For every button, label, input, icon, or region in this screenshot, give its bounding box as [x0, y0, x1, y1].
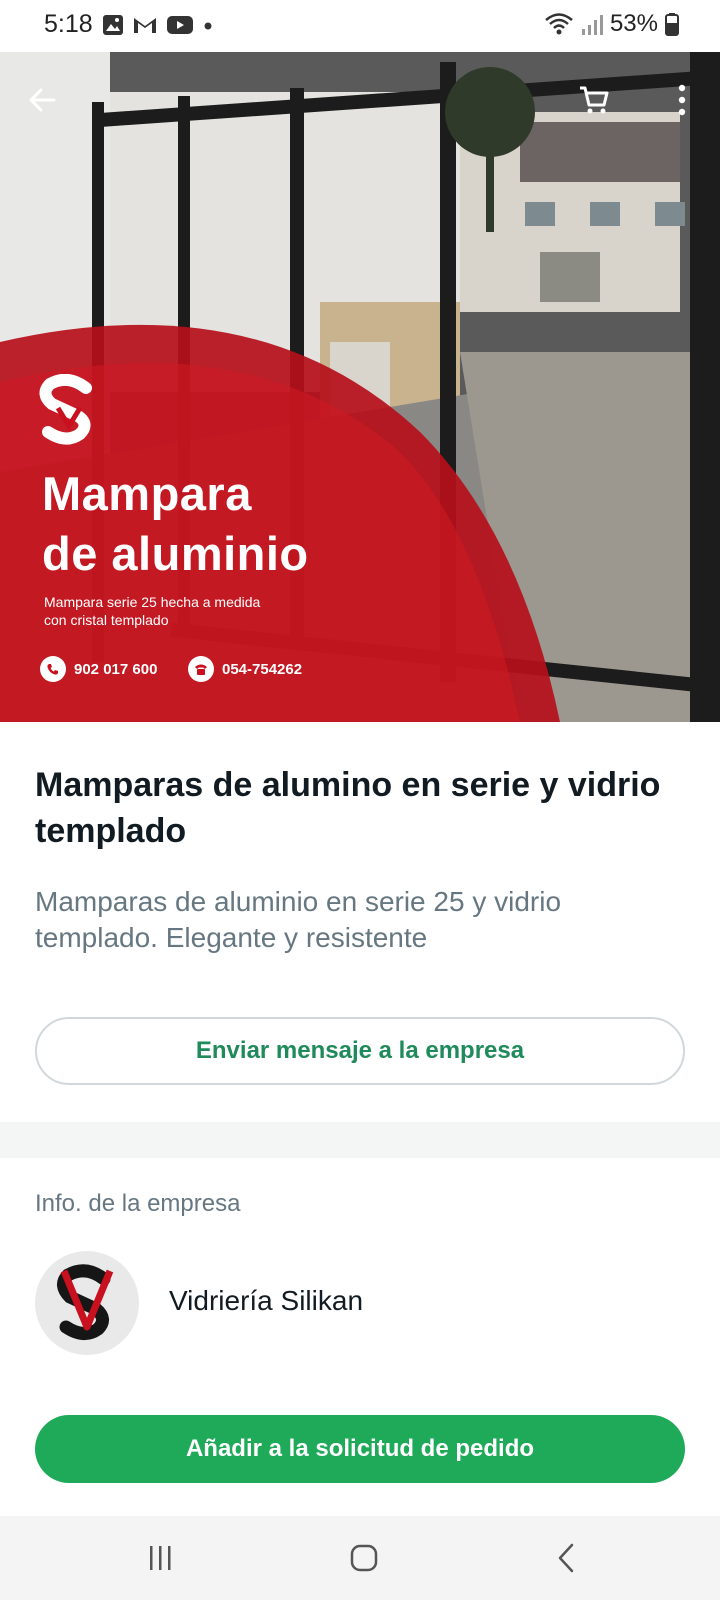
- hero-phone-1: 902 017 600: [40, 656, 157, 682]
- more-options-button[interactable]: [654, 72, 710, 128]
- nav-back-button[interactable]: [536, 1536, 596, 1580]
- recents-button[interactable]: [131, 1536, 191, 1580]
- chevron-left-icon: [558, 1543, 574, 1573]
- company-name[interactable]: Vidriería Silikan: [169, 1285, 363, 1317]
- wifi-icon: [545, 13, 573, 35]
- hero-subtitle-line1: Mampara serie 25 hecha a medida: [44, 594, 261, 610]
- product-hero-image: Mampara de aluminio Mampara serie 25 hec…: [0, 52, 720, 722]
- hero-phone-1-text: 902 017 600: [74, 660, 158, 678]
- status-bar: 5:18 53%: [0, 0, 720, 52]
- hero-phone-2-text: 054-754262: [222, 660, 303, 678]
- back-button[interactable]: [14, 72, 70, 128]
- company-logo-icon: [57, 1264, 114, 1340]
- telephone-icon: [188, 656, 214, 682]
- hero-title: Mampara de aluminio: [42, 464, 309, 584]
- recents-icon: [150, 1546, 171, 1570]
- section-divider: [0, 1122, 720, 1158]
- gallery-icon: [103, 15, 123, 35]
- back-arrow-icon: [29, 88, 56, 112]
- status-notification-icons: [102, 14, 214, 36]
- hero-title-line1: Mampara: [42, 467, 252, 520]
- status-system-icons: 53%: [544, 10, 680, 38]
- hero-subtitle: Mampara serie 25 hecha a medida con cris…: [44, 593, 260, 629]
- hero-subtitle-line2: con cristal templado: [44, 612, 169, 628]
- dot-icon: [204, 22, 212, 30]
- more-vert-icon: [678, 84, 686, 116]
- home-icon: [350, 1544, 378, 1572]
- hero-title-line2: de aluminio: [42, 527, 309, 580]
- system-nav-bar: [0, 1516, 720, 1600]
- product-title: Mamparas de alumino en serie y vidrio te…: [35, 766, 661, 850]
- battery-icon: [665, 13, 679, 36]
- cart-icon: [580, 86, 609, 114]
- cart-button[interactable]: [566, 72, 622, 128]
- status-time: 5:18: [44, 10, 93, 38]
- home-button[interactable]: [334, 1536, 394, 1580]
- send-message-button[interactable]: Enviar mensaje a la empresa: [35, 1017, 685, 1085]
- whatsapp-icon: [40, 656, 66, 682]
- gmail-icon: [134, 18, 156, 33]
- add-to-order-button[interactable]: Añadir a la solicitud de pedido: [35, 1415, 685, 1483]
- company-avatar[interactable]: [35, 1251, 139, 1355]
- battery-percent: 53%: [609, 10, 658, 37]
- signal-icon: [581, 15, 603, 35]
- brand-logo-icon: [38, 373, 100, 451]
- youtube-icon: [167, 16, 193, 34]
- company-section-label: Info. de la empresa: [35, 1190, 241, 1217]
- product-description: Mamparas de aluminio en serie 25 y vidri…: [35, 886, 562, 953]
- hero-phone-2: 054-754262: [188, 656, 302, 682]
